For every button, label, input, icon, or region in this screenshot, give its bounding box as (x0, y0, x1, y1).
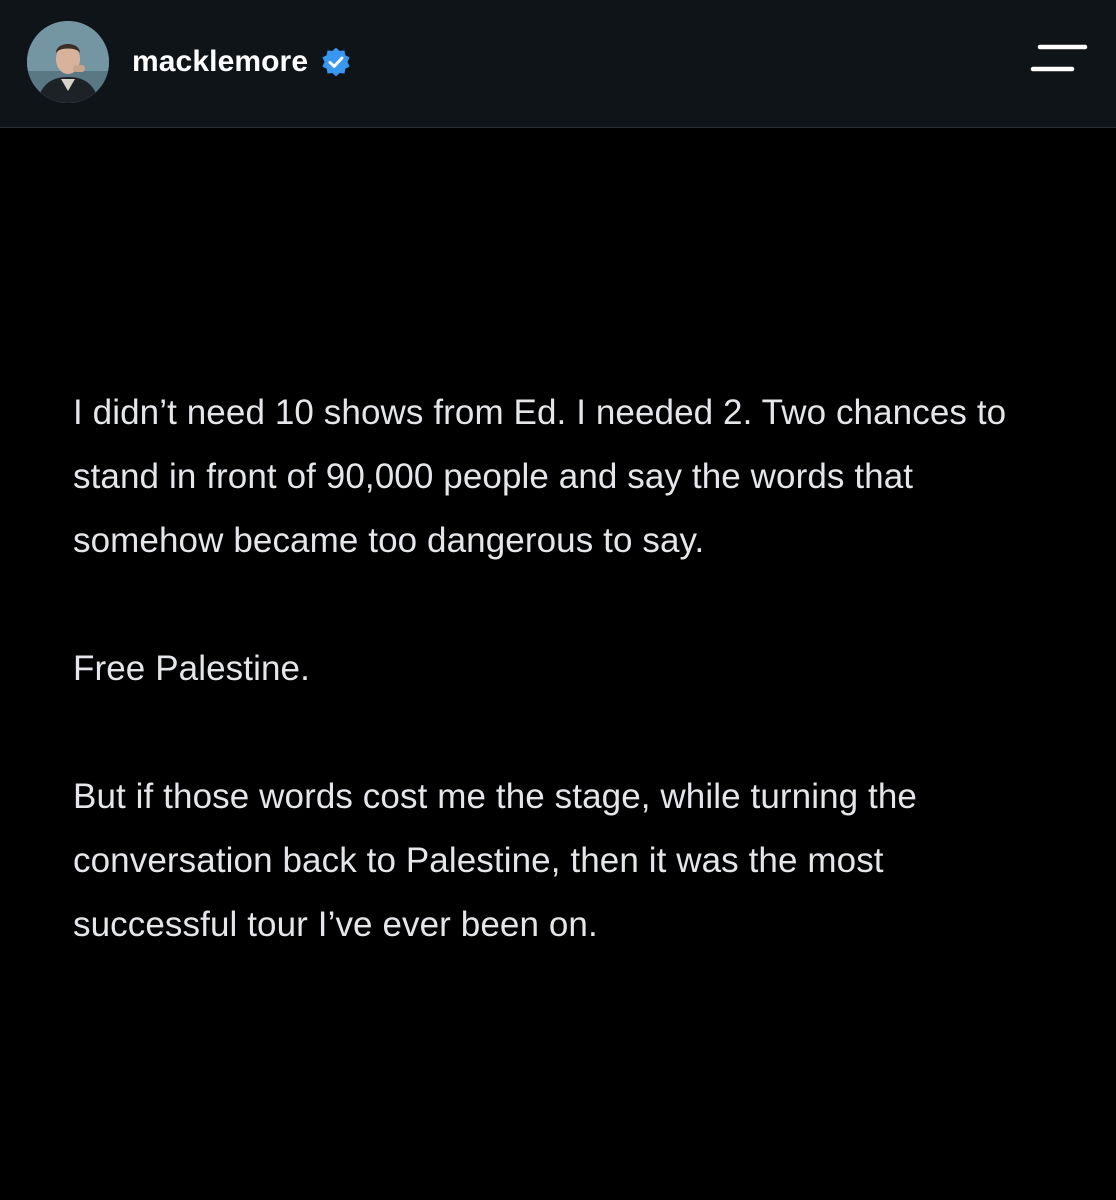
username-row: macklemore (132, 40, 352, 84)
post-text: I didn’t need 10 shows from Ed. I needed… (73, 381, 1043, 957)
menu-button[interactable] (1030, 42, 1090, 78)
profile-avatar-image (27, 21, 109, 103)
post-paragraph: Free Palestine. (73, 649, 310, 688)
post-paragraph: I didn’t need 10 shows from Ed. I needed… (73, 393, 1007, 560)
post-paragraph: But if those words cost me the stage, wh… (73, 777, 917, 944)
hamburger-menu-icon (1030, 44, 1088, 72)
verified-badge-icon (322, 47, 350, 77)
username[interactable]: macklemore (132, 40, 308, 84)
avatar[interactable] (27, 21, 109, 103)
profile-header: macklemore (0, 0, 1116, 128)
